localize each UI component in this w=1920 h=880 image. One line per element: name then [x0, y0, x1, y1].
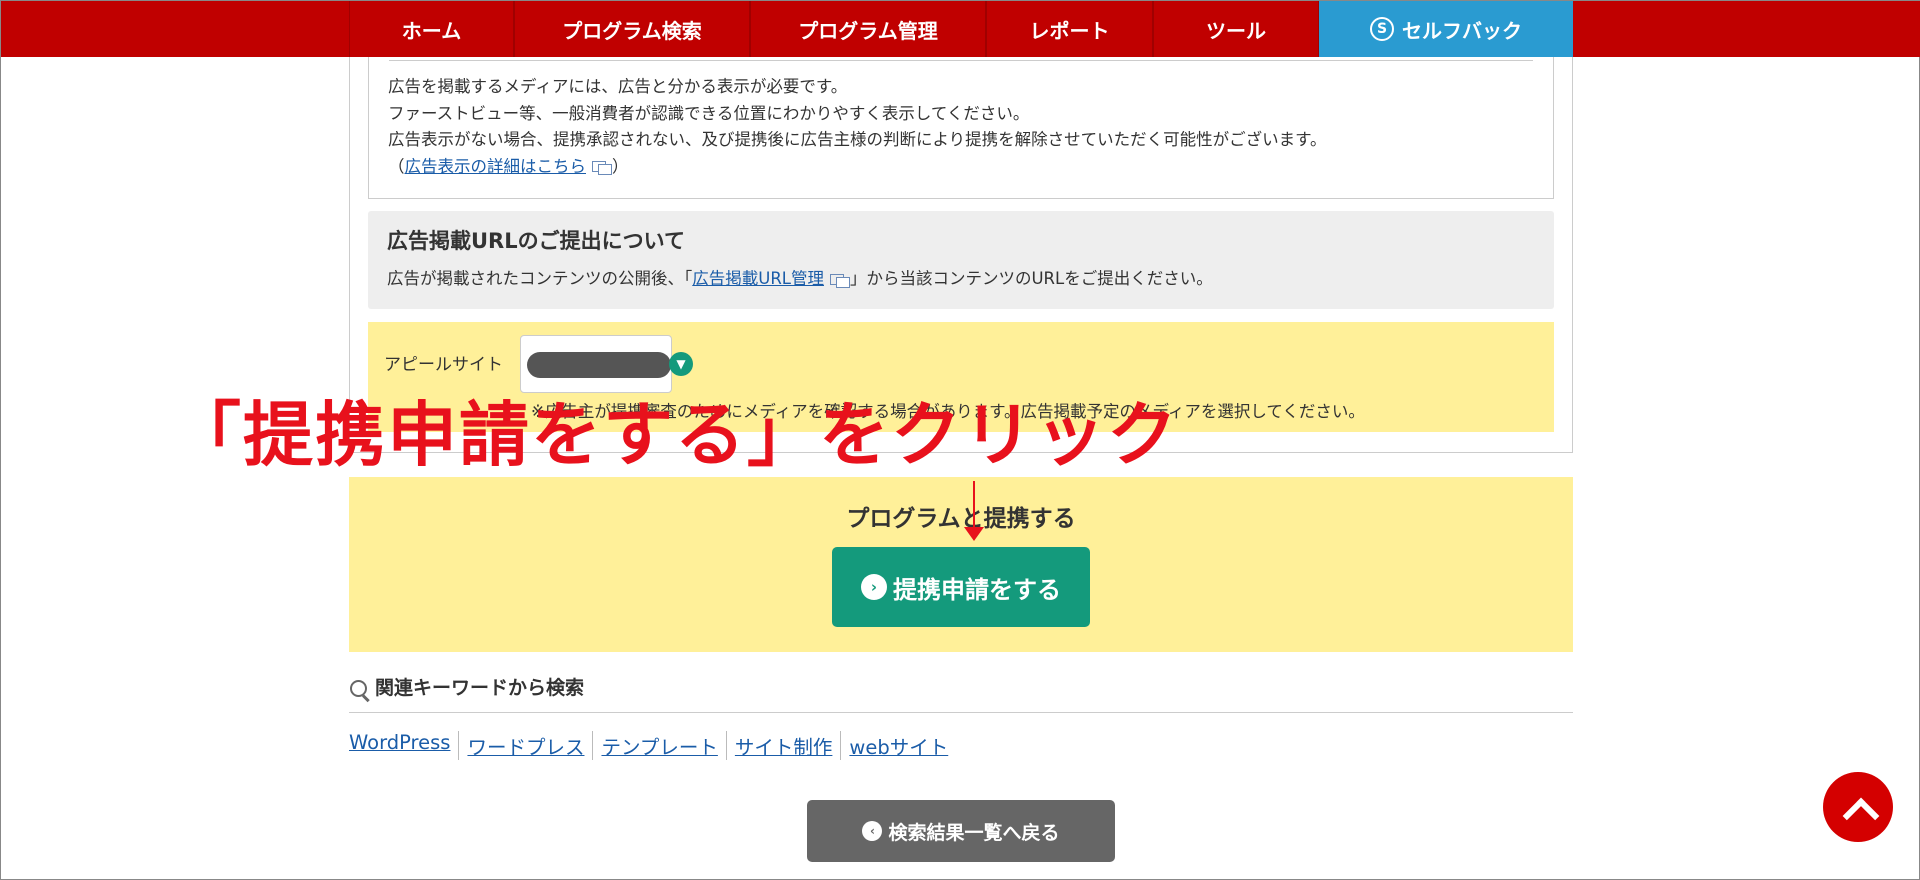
keyword-tag-list: WordPress ワードプレス テンプレート サイト制作 webサイト [349, 731, 956, 760]
ad-url-submission-section: 広告掲載URLのご提出について 広告が掲載されたコンテンツの公開後、「広告掲載U… [368, 211, 1554, 309]
keyword-tag[interactable]: ワードプレス [458, 731, 592, 760]
keyword-tag[interactable]: テンプレート [592, 731, 725, 760]
chevron-right-icon: › [861, 574, 887, 600]
keyword-tag[interactable]: サイト制作 [725, 731, 841, 760]
ad-display-notice: 広告を掲載するメディアには、広告と分かる表示が必要です。 ファーストビュー等、一… [368, 57, 1554, 199]
apply-section: プログラムと提携する › 提携申請をする [349, 477, 1573, 652]
notice-line: 広告を掲載するメディアには、広告と分かる表示が必要です。 [388, 77, 848, 96]
section-text: 広告が掲載されたコンテンツの公開後、「広告掲載URL管理 」から当該コンテンツのU… [387, 269, 1213, 288]
search-icon [349, 679, 371, 701]
nav-program-search[interactable]: プログラム検索 [514, 1, 750, 57]
redacted-value [527, 352, 671, 378]
chevron-down-icon: ▼ [669, 352, 693, 376]
ad-display-details-link[interactable]: 広告表示の詳細はこちら [405, 157, 587, 176]
appeal-site-select[interactable]: ▼ [520, 335, 693, 393]
related-keywords-header: 関連キーワードから検索 [349, 673, 1573, 713]
notice-line: 広告表示がない場合、提携承認されない、及び提携後に広告主様の判断により提携を解除… [388, 130, 1327, 149]
chevron-up-icon [1843, 792, 1873, 822]
divider [389, 60, 1533, 61]
nav-self-back[interactable]: S セルフバック [1319, 1, 1573, 57]
annotation-arrow-line [973, 481, 975, 533]
section-title: 広告掲載URLのご提出について [387, 229, 685, 253]
s-circle-icon: S [1370, 17, 1394, 41]
apply-button[interactable]: › 提携申請をする [832, 547, 1090, 627]
page-top-button[interactable] [1823, 772, 1893, 842]
nav-home[interactable]: ホーム [349, 1, 514, 57]
external-window-icon [829, 273, 850, 288]
instruction-annotation: 「提携申請をする」をクリック [171, 394, 1179, 476]
appeal-site-label: アピールサイト [384, 355, 503, 375]
related-keywords-title: 関連キーワードから検索 [375, 677, 585, 699]
apply-title: プログラムと提携する [846, 506, 1076, 532]
nav-report[interactable]: レポート [986, 1, 1153, 57]
notice-line: ファーストビュー等、一般消費者が認識できる位置にわかりやすく表示してください。 [388, 103, 1030, 123]
main-nav: ホーム プログラム検索 プログラム管理 レポート ツール S セルフバック [349, 1, 1573, 57]
nav-program-management[interactable]: プログラム管理 [750, 1, 986, 57]
top-navigation-bar: ホーム プログラム検索 プログラム管理 レポート ツール S セルフバック [1, 1, 1920, 57]
keyword-tag[interactable]: webサイト [840, 731, 956, 760]
keyword-tag[interactable]: WordPress [349, 731, 458, 760]
arrow-down-icon [964, 527, 984, 541]
ad-url-management-link[interactable]: 広告掲載URL管理 [692, 269, 824, 288]
back-to-results-button[interactable]: ‹ 検索結果一覧へ戻る [807, 800, 1115, 862]
nav-tools[interactable]: ツール [1153, 1, 1319, 57]
chevron-left-icon: ‹ [862, 821, 883, 841]
notice-link-line: （広告表示の詳細はこちら） [388, 156, 629, 176]
external-window-icon [592, 161, 612, 175]
